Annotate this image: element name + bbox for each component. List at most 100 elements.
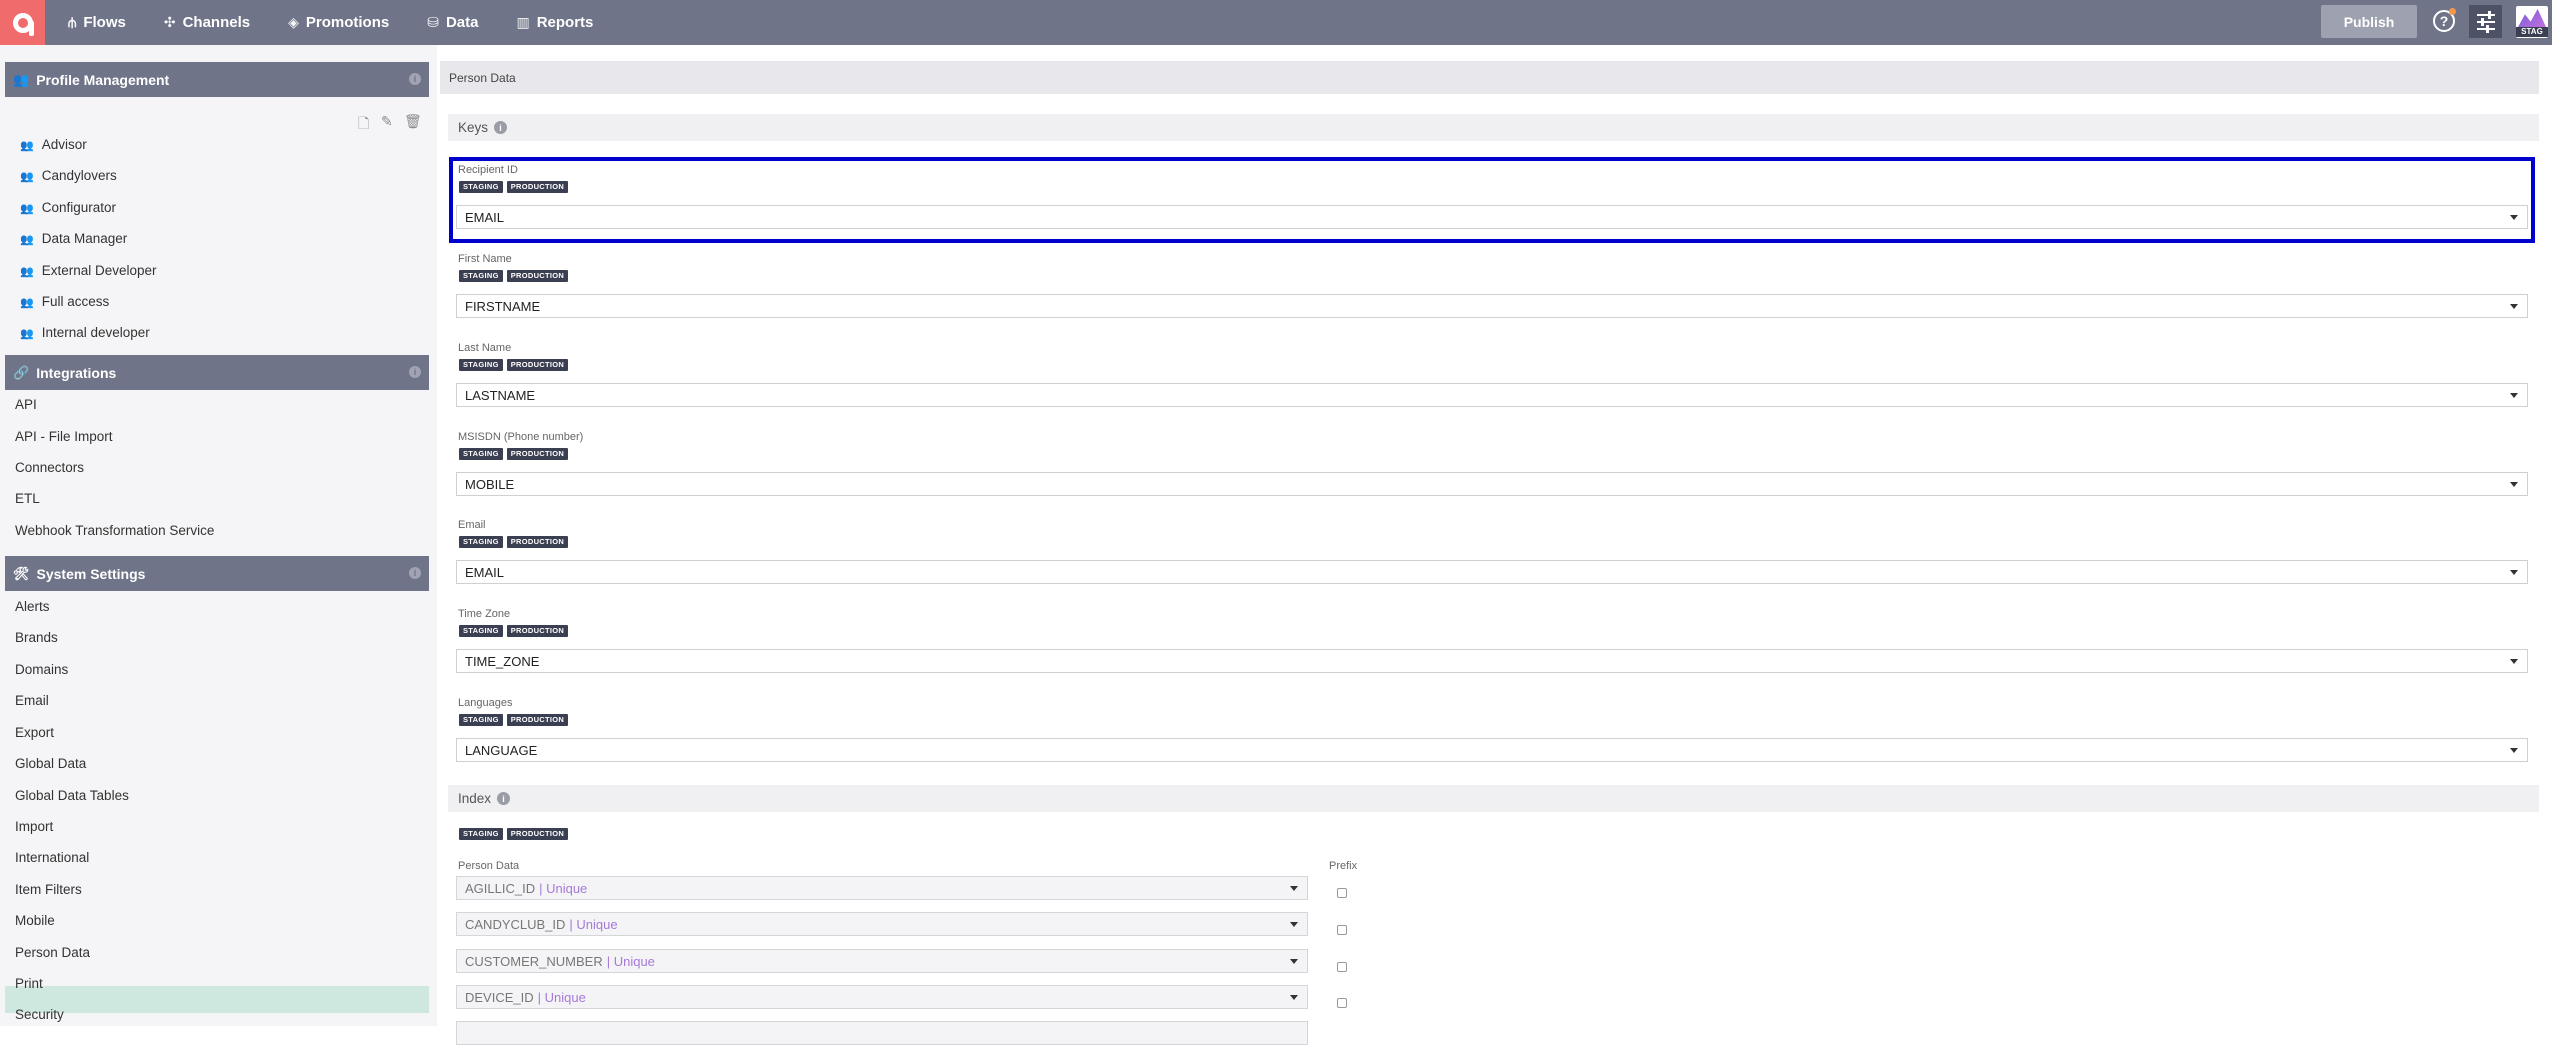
caret-down-icon (1290, 959, 1298, 964)
nav-channels[interactable]: ✣ Channels (164, 14, 250, 31)
recipient-id-highlight (449, 157, 2535, 243)
languages-select[interactable]: LANGUAGE (456, 738, 2528, 762)
sidebar-item-import[interactable]: Import (15, 817, 53, 837)
role-item[interactable]: 👥 Candylovers (20, 166, 117, 186)
promotions-icon: ◈ (288, 14, 299, 30)
new-document-icon[interactable]: 🗋 (358, 113, 369, 137)
info-icon[interactable]: i (409, 73, 421, 85)
info-icon[interactable]: i (409, 366, 421, 378)
sidebar-item-global-data-tables[interactable]: Global Data Tables (15, 786, 129, 806)
first-name-select[interactable]: FIRSTNAME (456, 294, 2528, 318)
field-label: Languages (458, 697, 513, 709)
sidebar-item-global-data[interactable]: Global Data (15, 754, 86, 774)
caret-down-icon (2510, 748, 2518, 753)
role-item[interactable]: 👥 Configurator (20, 198, 116, 218)
field-label: MSISDN (Phone number) (458, 431, 584, 443)
environment-badge[interactable]: STAG (2516, 6, 2548, 38)
msisdn-select[interactable]: MOBILE (456, 472, 2528, 496)
settings-sliders-icon[interactable] (2469, 5, 2502, 38)
staging-badge: STAGING (459, 536, 503, 548)
prefix-checkbox[interactable] (1337, 925, 1347, 935)
main-content: Person Data Keys i Recipient ID STAGING … (437, 45, 2552, 1045)
index-header: Index i (448, 785, 2539, 812)
production-badge: PRODUCTION (506, 536, 569, 548)
field-label: Email (458, 519, 486, 531)
index-select[interactable]: DEVICE_ID | Unique (456, 985, 1308, 1009)
env-badges: STAGING PRODUCTION (459, 270, 569, 282)
env-badges: STAGING PRODUCTION (459, 714, 569, 726)
production-badge: PRODUCTION (506, 270, 569, 282)
sidebar-item-webhook[interactable]: Webhook Transformation Service (15, 521, 214, 541)
channels-icon: ✣ (163, 14, 176, 30)
tools-icon: 🛠 (13, 565, 30, 581)
caret-down-icon (2510, 659, 2518, 664)
sidebar-item-alerts[interactable]: Alerts (15, 597, 50, 617)
section-system-settings[interactable]: 🛠 System Settings i (5, 556, 429, 591)
sidebar-item-person-data[interactable]: Person Data (15, 943, 90, 963)
sidebar-item-mobile[interactable]: Mobile (15, 911, 55, 931)
field-label: Time Zone (458, 608, 511, 620)
nav-data[interactable]: ⛁ Data (427, 14, 478, 31)
sidebar-item-api[interactable]: API (15, 395, 37, 415)
publish-button[interactable]: Publish (2321, 5, 2417, 38)
staging-badge: STAGING (459, 714, 503, 726)
section-profile-management[interactable]: 👥 Profile Management i (5, 62, 429, 97)
staging-badge: STAGING (459, 625, 503, 637)
staging-badge: STAGING (459, 828, 503, 840)
sidebar-item-international[interactable]: International (15, 848, 89, 868)
info-icon[interactable]: i (494, 121, 508, 134)
trash-icon[interactable]: 🗑 (404, 113, 422, 130)
role-item[interactable]: 👥 Advisor (20, 135, 87, 155)
prefix-checkbox[interactable] (1337, 962, 1347, 972)
env-badges: STAGING PRODUCTION (459, 448, 569, 460)
sidebar-item-etl[interactable]: ETL (15, 489, 40, 509)
agillic-logo-icon[interactable] (0, 0, 45, 45)
sidebar-active-highlight (5, 986, 429, 1013)
nav-promotions[interactable]: ◈ Promotions (288, 14, 389, 31)
sidebar-item-domains[interactable]: Domains (15, 660, 68, 680)
env-badges: STAGING PRODUCTION (459, 536, 569, 548)
env-badges: STAGING PRODUCTION (459, 625, 569, 637)
time-zone-select[interactable]: TIME_ZONE (456, 649, 2528, 673)
people-icon: 👥 (20, 328, 34, 340)
sidebar-item-security[interactable]: Security (15, 1005, 64, 1025)
sidebar-item-item-filters[interactable]: Item Filters (15, 880, 82, 900)
environment-logo-icon (2518, 9, 2546, 27)
edit-icon[interactable]: ✎ (381, 113, 393, 130)
caret-down-icon (1290, 922, 1298, 927)
last-name-select[interactable]: LASTNAME (456, 383, 2528, 407)
caret-down-icon (2510, 570, 2518, 575)
people-icon: 👥 (20, 171, 34, 183)
info-icon[interactable]: i (409, 567, 421, 579)
email-select[interactable]: EMAIL (456, 560, 2528, 584)
recipient-id-select[interactable]: EMAIL (456, 205, 2528, 229)
role-item[interactable]: 👥 Data Manager (20, 229, 127, 249)
panel-title: Person Data (440, 61, 2539, 94)
staging-badge: STAGING (459, 359, 503, 371)
sidebar: 👥 Profile Management i 🗋 ✎ 🗑 👥 Advisor 👥 C… (0, 45, 437, 1026)
role-item[interactable]: 👥 External Developer (20, 261, 157, 281)
role-item[interactable]: 👥 Full access (20, 292, 109, 312)
info-icon[interactable]: i (497, 792, 511, 805)
prefix-checkbox[interactable] (1337, 998, 1347, 1008)
env-badges: STAGING PRODUCTION (459, 181, 569, 193)
field-label: Recipient ID (458, 164, 518, 176)
index-select[interactable]: AGILLIC_ID | Unique (456, 876, 1308, 900)
sidebar-item-api-file-import[interactable]: API - File Import (15, 427, 113, 447)
field-label: Last Name (458, 342, 512, 354)
sidebar-item-email[interactable]: Email (15, 691, 49, 711)
index-select[interactable] (456, 1021, 1308, 1045)
index-select[interactable]: CUSTOMER_NUMBER | Unique (456, 949, 1308, 973)
production-badge: PRODUCTION (506, 359, 569, 371)
section-integrations[interactable]: 🔗 Integrations i (5, 355, 429, 390)
nav-reports[interactable]: ▥ Reports (516, 14, 593, 31)
caret-down-icon (2510, 304, 2518, 309)
sidebar-item-brands[interactable]: Brands (15, 628, 58, 648)
index-select[interactable]: CANDYCLUB_ID | Unique (456, 912, 1308, 936)
prefix-checkbox[interactable] (1337, 888, 1347, 898)
sidebar-item-connectors[interactable]: Connectors (15, 458, 84, 478)
sidebar-item-export[interactable]: Export (15, 723, 54, 743)
sidebar-item-print[interactable]: Print (15, 974, 43, 994)
nav-flows[interactable]: ⫛ Flows (68, 14, 126, 31)
role-item[interactable]: 👥 Internal developer (20, 323, 150, 343)
